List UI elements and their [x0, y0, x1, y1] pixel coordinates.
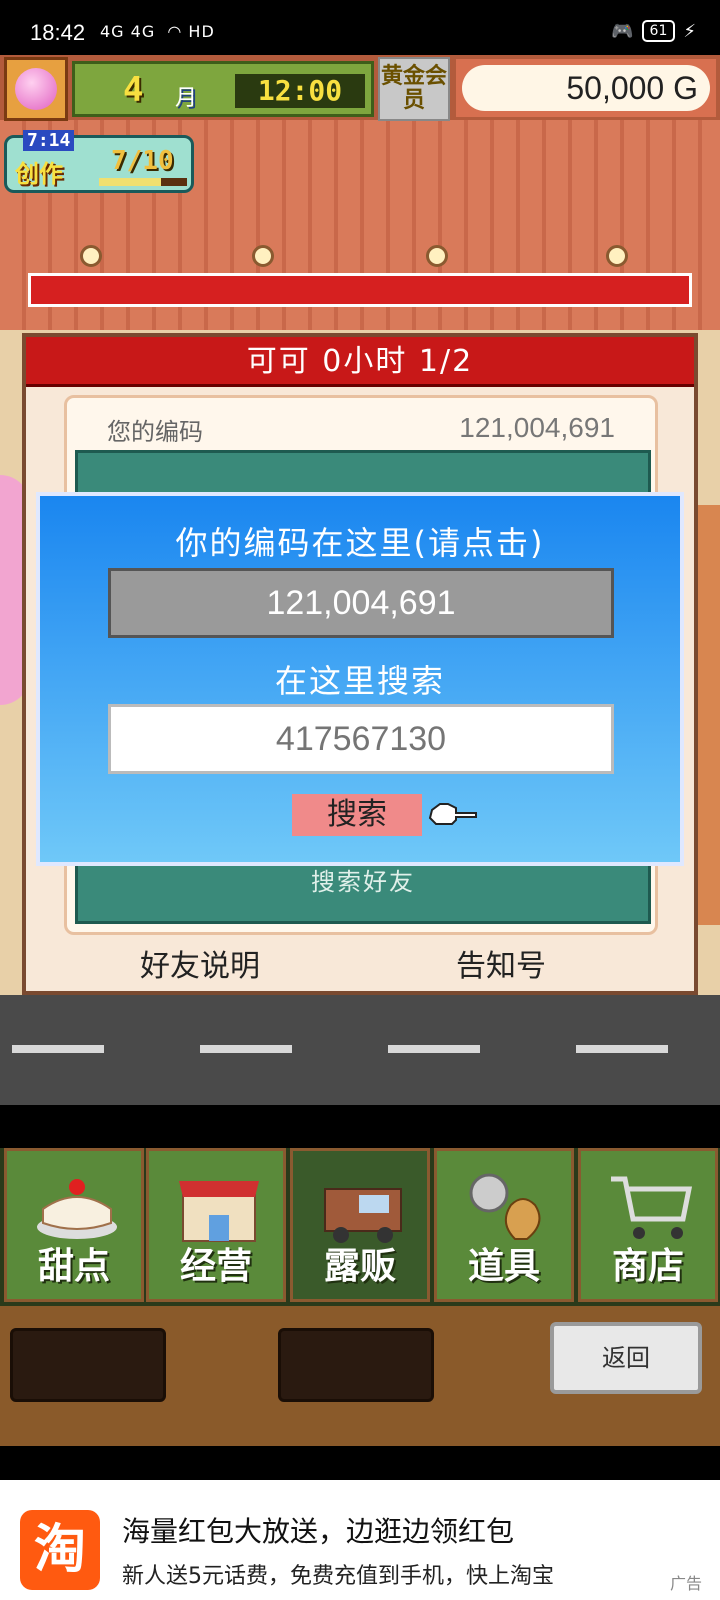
panel-footer: 好友说明 告知号: [26, 935, 694, 985]
empty-slot: [10, 1328, 166, 1402]
my-code-box[interactable]: 121,004,691: [108, 568, 614, 638]
lamp-icon: [606, 245, 628, 267]
dialog-code-title: 你的编码在这里(请点击): [175, 524, 545, 562]
status-time: 18:42: [30, 20, 86, 45]
friend-code-input[interactable]: [108, 704, 614, 774]
menu-store[interactable]: 商店: [578, 1148, 718, 1302]
food-truck-icon: [324, 1188, 402, 1243]
menu-label: 商店: [611, 1246, 684, 1287]
ad-headline: 海量红包大放送，边逛边领红包: [122, 1515, 515, 1548]
lamp-icon: [252, 245, 274, 267]
items-icon: [469, 1173, 541, 1240]
menu-label: 经营: [179, 1246, 252, 1287]
lane-marking: [388, 1045, 480, 1053]
month-label: 月: [175, 86, 198, 111]
dialog-search-title: 在这里搜索: [274, 662, 445, 700]
gold-member-badge[interactable]: 黄金会员: [378, 57, 450, 121]
wifi-icon: ◠: [167, 22, 183, 41]
ad-banner[interactable]: 淘 海量红包大放送，边逛边领红包 新人送5元话费，免费充值到手机，快上淘宝 广告: [0, 1480, 720, 1600]
panel-header: 可可 0小时 1/2: [26, 337, 694, 387]
search-friend-button[interactable]: 搜索好友: [78, 862, 648, 897]
status-right: 🎮 61 ⚡: [611, 20, 696, 42]
gold-counter: 50,000 G: [456, 59, 716, 117]
battery-icon: 61: [641, 20, 676, 42]
network-signal-icon: 4G 4G ◠ HD: [100, 22, 215, 41]
create-progress-bar: [99, 178, 187, 186]
cake-icon: [37, 1179, 117, 1239]
your-code-value: 121,004,691: [459, 412, 615, 443]
lane-marking: [12, 1045, 104, 1053]
search-button[interactable]: 搜索: [292, 794, 422, 836]
create-timer: 7:14: [23, 130, 75, 151]
notice-button[interactable]: 告知号: [456, 941, 546, 985]
menu-items[interactable]: 道具: [434, 1148, 574, 1302]
back-button[interactable]: 返回: [550, 1322, 702, 1394]
menu-stall[interactable]: 露贩: [290, 1148, 430, 1302]
game-controller-icon: 🎮: [611, 20, 634, 42]
lane-marking: [576, 1045, 668, 1053]
charging-icon: ⚡: [683, 20, 696, 42]
friend-help-button[interactable]: 好友说明: [140, 941, 260, 985]
menu-label: 甜点: [37, 1246, 110, 1287]
avatar-icon: [15, 68, 57, 110]
taobao-logo: 淘: [20, 1510, 100, 1590]
ad-subline: 新人送5元话费，免费充值到手机，快上淘宝: [122, 1564, 554, 1589]
create-count: 7/10: [111, 146, 174, 176]
create-label: 创作: [15, 160, 63, 188]
pointing-hand-icon: [428, 803, 477, 825]
bottom-tray: 返回: [0, 1306, 720, 1446]
gold-amount: 50,000 G: [462, 65, 710, 111]
ad-tag: 广告: [669, 1574, 702, 1593]
menu-label: 道具: [467, 1246, 540, 1287]
month-number: 4: [123, 70, 144, 110]
game-scene: 4 月 12:00 黄金会员 50,000 G 7:14 创作 7/10 可可 …: [0, 55, 720, 1105]
create-progress-fill: [99, 178, 161, 186]
empty-slot: [278, 1328, 434, 1402]
shop-awning: [28, 273, 692, 307]
bottom-menu: 甜点 经营 露贩 道具 商店: [0, 1148, 720, 1306]
lamp-icon: [426, 245, 448, 267]
menu-dessert[interactable]: 甜点: [4, 1148, 144, 1302]
game-clock: 12:00: [235, 74, 365, 108]
lane-marking: [200, 1045, 292, 1053]
shop-icon: [179, 1181, 259, 1242]
menu-manage[interactable]: 经营: [146, 1148, 286, 1302]
menu-label: 露贩: [323, 1246, 396, 1287]
cart-icon: [611, 1176, 693, 1239]
player-avatar[interactable]: [4, 57, 68, 121]
date-display: 4 月 12:00: [72, 61, 374, 117]
your-code-label: 您的编码: [107, 418, 203, 446]
create-counter[interactable]: 7:14 创作 7/10: [4, 130, 194, 193]
search-dialog: 你的编码在这里(请点击) 121,004,691 在这里搜索 搜索: [36, 492, 684, 866]
lamp-icon: [80, 245, 102, 267]
